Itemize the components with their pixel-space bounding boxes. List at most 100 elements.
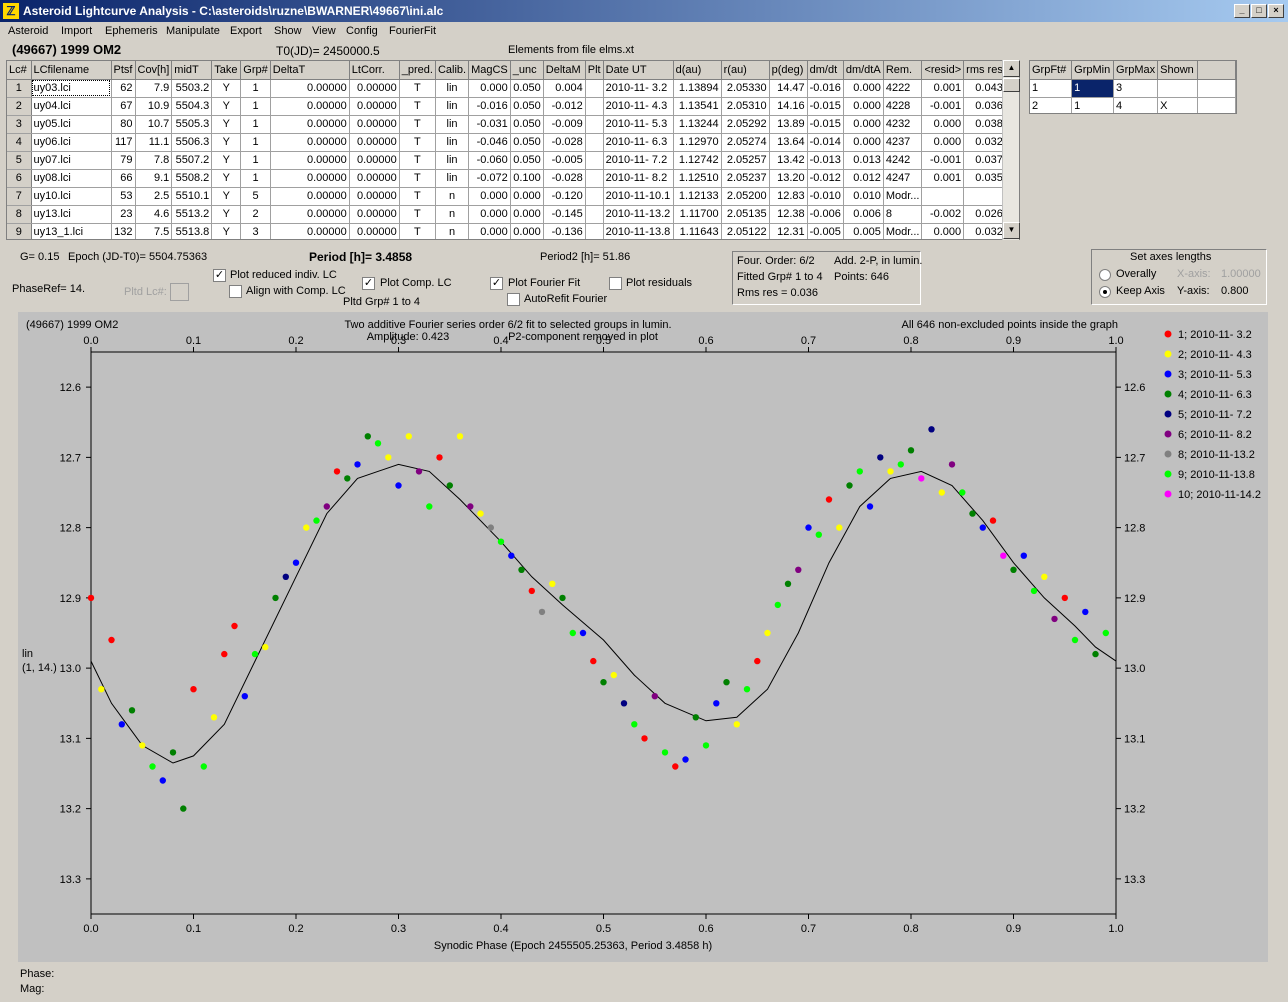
group-cell[interactable]: 2 xyxy=(1030,97,1073,113)
table-cell[interactable]: lin xyxy=(435,151,470,170)
table-row[interactable]: 9 uy13_1.lci 132 7.5 5513.8 Y 3 0.00000 0.00000 T… xyxy=(7,223,1006,239)
table-cell[interactable]: 0.043 xyxy=(963,79,1006,98)
table-cell[interactable]: uy08.lci xyxy=(31,169,112,188)
table-cell[interactable]: 0.000 xyxy=(843,115,884,134)
column-header[interactable]: dm/dtA xyxy=(843,61,884,80)
table-cell[interactable]: 0.00000 xyxy=(349,169,400,188)
table-cell[interactable]: 4.6 xyxy=(135,205,173,224)
table-cell[interactable]: 7.9 xyxy=(135,79,173,98)
table-cell[interactable]: 12.31 xyxy=(769,223,808,239)
table-row[interactable]: 6 uy08.lci 66 9.1 5508.2 Y 1 0.00000 0.00000 Tlin… xyxy=(7,169,1006,188)
table-cell[interactable]: Y xyxy=(211,187,242,206)
column-header[interactable]: _pred. xyxy=(399,61,436,80)
table-cell[interactable]: 2.05292 xyxy=(721,115,770,134)
table-cell[interactable]: -0.012 xyxy=(807,169,844,188)
table-cell[interactable]: 4232 xyxy=(883,115,923,134)
table-cell[interactable]: Modr... xyxy=(883,187,923,206)
table-cell[interactable]: 4222 xyxy=(883,79,923,98)
table-cell[interactable]: 8 xyxy=(883,205,923,224)
table-cell[interactable]: 0.00000 xyxy=(349,115,400,134)
group-cell[interactable]: 4 xyxy=(1113,97,1159,113)
table-row[interactable]: 5 uy07.lci 79 7.8 5507.2 Y 1 0.00000 0.00000 Tlin… xyxy=(7,151,1006,170)
table-cell[interactable]: 0.032 xyxy=(963,223,1006,239)
table-cell[interactable]: 0.000 xyxy=(921,133,965,152)
table-cell[interactable]: -0.009 xyxy=(543,115,586,134)
menu-import[interactable]: Import xyxy=(61,25,92,37)
table-cell[interactable]: 2.05310 xyxy=(721,97,770,116)
table-cell[interactable]: -0.005 xyxy=(543,151,586,170)
table-cell[interactable]: 2.5 xyxy=(135,187,173,206)
row-number[interactable]: 4 xyxy=(7,133,32,152)
table-cell[interactable]: 2 xyxy=(240,205,271,224)
table-cell[interactable]: 2.05257 xyxy=(721,151,770,170)
table-cell[interactable]: 2.05330 xyxy=(721,79,770,98)
group-column-header[interactable]: GrpFt# xyxy=(1030,61,1073,80)
table-cell[interactable]: 2.05135 xyxy=(721,205,770,224)
column-header[interactable]: <resid> xyxy=(921,61,965,80)
table-cell[interactable]: 0.035 xyxy=(963,169,1006,188)
column-header[interactable]: LtCorr. xyxy=(349,61,400,80)
column-header[interactable]: DeltaM xyxy=(543,61,586,80)
table-cell[interactable]: 5513.8 xyxy=(171,223,213,239)
table-cell[interactable]: 1 xyxy=(240,97,271,116)
table-cell[interactable]: lin xyxy=(435,169,470,188)
table-cell[interactable]: 0.000 xyxy=(843,79,884,98)
table-cell[interactable]: 2010-11-13.2 xyxy=(603,205,674,224)
table-cell[interactable] xyxy=(585,151,604,170)
lightcurve-table-scrollbar[interactable]: ▲ ▼ xyxy=(1002,60,1020,240)
table-cell[interactable] xyxy=(585,205,604,224)
group-cell[interactable]: 1 xyxy=(1071,79,1115,98)
table-cell[interactable]: 7.8 xyxy=(135,151,173,170)
table-cell[interactable]: 2010-11- 5.3 xyxy=(603,115,674,134)
table-cell[interactable]: 0.050 xyxy=(510,79,544,98)
group-cell[interactable]: 3 xyxy=(1113,79,1159,98)
lightcurve-plot-svg[interactable]: 0.00.00.10.10.20.20.30.30.40.40.50.50.60… xyxy=(18,312,1268,962)
lightcurve-plot[interactable]: 0.0 0.0 0.1 0.1 0.2 0.2 0.3 0.3 0.4 0.4 0.5 0.5 0.6 0… xyxy=(18,312,1268,962)
table-cell[interactable]: 5508.2 xyxy=(171,169,213,188)
maximize-button[interactable]: □ xyxy=(1251,4,1267,18)
menu-view[interactable]: View xyxy=(312,25,336,37)
table-cell[interactable]: 0.00000 xyxy=(270,133,350,152)
table-cell[interactable]: uy07.lci xyxy=(31,151,112,170)
table-cell[interactable]: 4237 xyxy=(883,133,923,152)
table-cell[interactable]: 117 xyxy=(111,133,136,152)
table-cell[interactable]: lin xyxy=(435,115,470,134)
table-cell[interactable]: 0.032 xyxy=(963,133,1006,152)
keep-axis-radio[interactable] xyxy=(1099,286,1111,298)
table-cell[interactable]: 10.7 xyxy=(135,115,173,134)
table-cell[interactable]: 14.16 xyxy=(769,97,808,116)
table-cell[interactable]: 23 xyxy=(111,205,136,224)
table-cell[interactable]: 5506.3 xyxy=(171,133,213,152)
table-cell[interactable]: 0.00000 xyxy=(349,151,400,170)
table-cell[interactable]: 5505.3 xyxy=(171,115,213,134)
table-cell[interactable]: -0.136 xyxy=(543,223,586,239)
group-cell[interactable]: 1 xyxy=(1071,97,1115,113)
table-cell[interactable]: 3 xyxy=(240,223,271,239)
table-cell[interactable]: 1 xyxy=(240,133,271,152)
table-cell[interactable]: 0.050 xyxy=(510,133,544,152)
table-row[interactable]: 7 uy10.lci 53 2.5 5510.1 Y 5 0.00000 0.00000 Tn 0.… xyxy=(7,187,1006,206)
table-cell[interactable]: n xyxy=(435,187,470,206)
table-cell[interactable]: 5503.2 xyxy=(171,79,213,98)
table-row[interactable]: 2 uy04.lci 67 10.9 5504.3 Y 1 0.00000 0.00000 Tli… xyxy=(7,97,1006,116)
menu-ephemeris[interactable]: Ephemeris xyxy=(105,25,158,37)
table-cell[interactable] xyxy=(963,187,1006,206)
table-cell[interactable]: 1.12970 xyxy=(673,133,722,152)
row-number[interactable]: 5 xyxy=(7,151,32,170)
table-cell[interactable]: uy05.lci xyxy=(31,115,112,134)
table-cell[interactable]: T xyxy=(399,151,436,170)
menu-config[interactable]: Config xyxy=(346,25,378,37)
column-header[interactable]: Calib. xyxy=(435,61,470,80)
table-cell[interactable]: -0.006 xyxy=(807,205,844,224)
column-header[interactable]: rms res xyxy=(963,61,1006,80)
table-cell[interactable]: 0.00000 xyxy=(270,205,350,224)
table-cell[interactable]: 0.050 xyxy=(510,151,544,170)
table-cell[interactable] xyxy=(585,223,604,239)
column-header[interactable]: dm/dt xyxy=(807,61,844,80)
column-header[interactable]: Date UT xyxy=(603,61,674,80)
table-cell[interactable]: -0.001 xyxy=(921,151,965,170)
scroll-thumb[interactable] xyxy=(1003,78,1020,92)
x-axis-value[interactable]: 1.00000 xyxy=(1221,268,1261,280)
column-header[interactable]: _unc xyxy=(510,61,544,80)
table-cell[interactable]: -0.145 xyxy=(543,205,586,224)
